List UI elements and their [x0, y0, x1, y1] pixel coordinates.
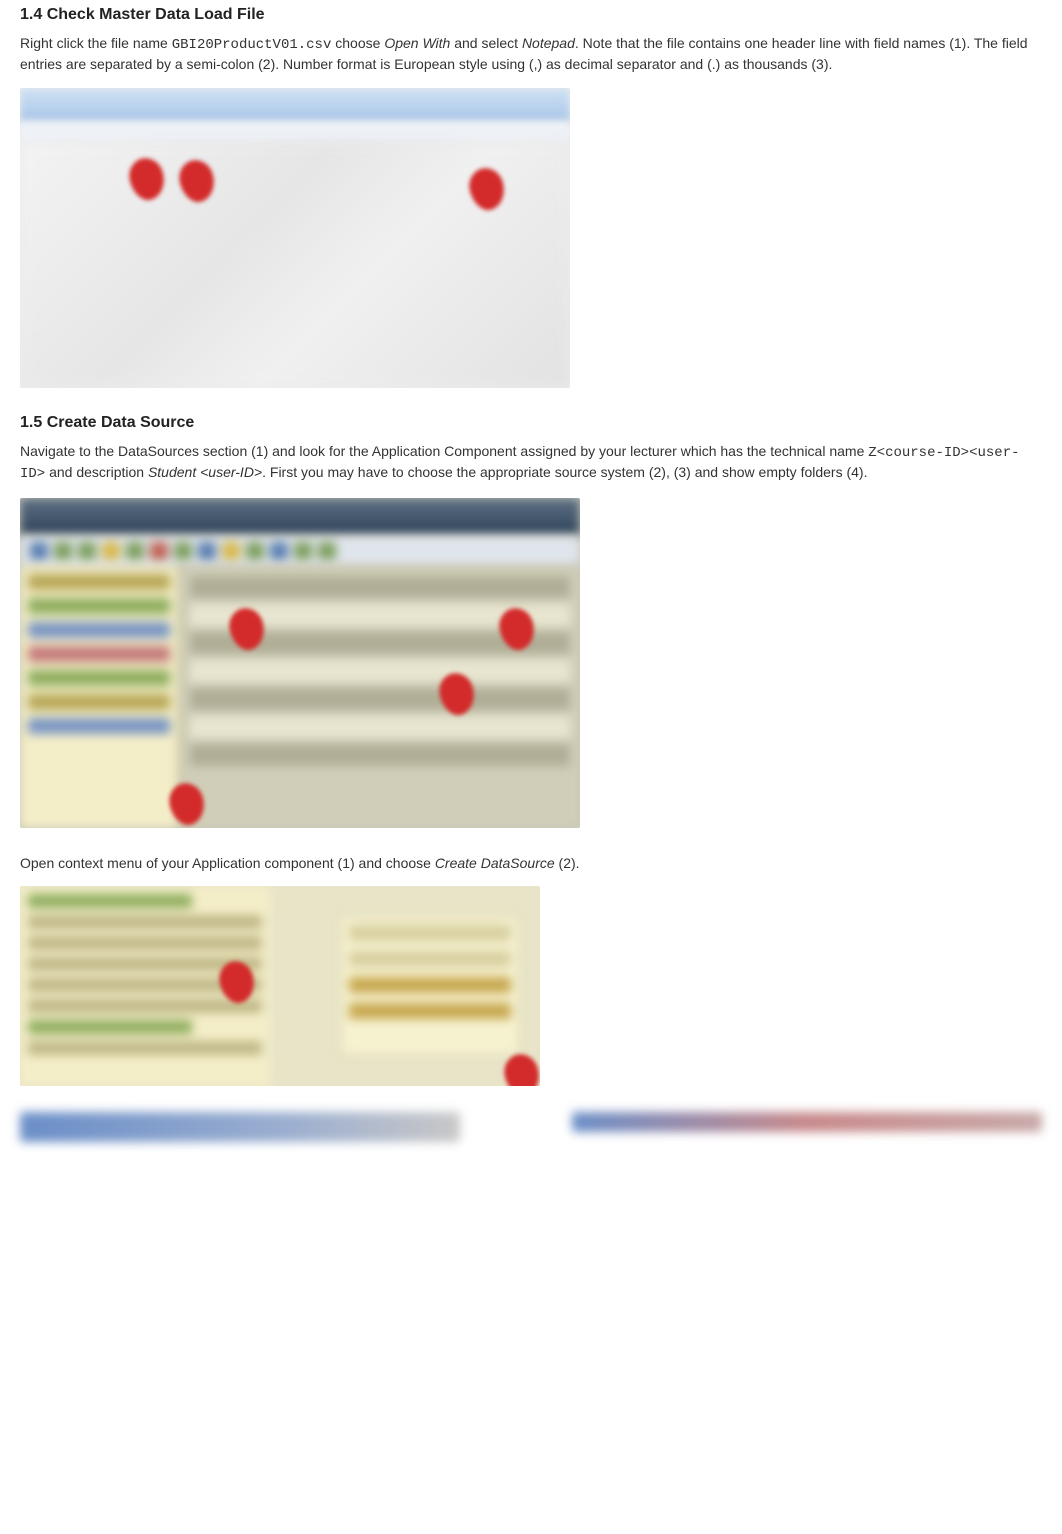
section-1-5-paragraph-1: Navigate to the DataSources section (1) …	[20, 442, 1042, 484]
screenshot-sap-modeling	[20, 498, 580, 828]
text-segment: (2).	[555, 855, 580, 871]
text-segment: and select	[450, 35, 522, 51]
italic-notepad: Notepad	[522, 35, 575, 51]
text-segment: Navigate to the DataSources section (1) …	[20, 443, 868, 459]
italic-create-datasource: Create DataSource	[435, 855, 555, 871]
blurred-footer-text	[20, 1112, 1042, 1148]
section-1-5-paragraph-2: Open context menu of your Application co…	[20, 854, 1042, 873]
screenshot-context-menu	[20, 886, 540, 1086]
italic-open-with: Open With	[384, 35, 450, 51]
italic-student-id: Student <user-ID>	[148, 464, 262, 480]
section-heading-1-4: 1.4 Check Master Data Load File	[20, 6, 1042, 24]
code-filename: GBI20ProductV01.csv	[172, 37, 332, 53]
text-segment: and description	[45, 464, 148, 480]
text-segment: Open context menu of your Application co…	[20, 855, 435, 871]
text-segment: . First you may have to choose the appro…	[262, 464, 867, 480]
text-segment: Right click the file name	[20, 35, 172, 51]
screenshot-notepad	[20, 88, 570, 388]
section-heading-1-5: 1.5 Create Data Source	[20, 414, 1042, 432]
section-1-4-paragraph: Right click the file name GBI20ProductV0…	[20, 34, 1042, 74]
text-segment: choose	[331, 35, 384, 51]
